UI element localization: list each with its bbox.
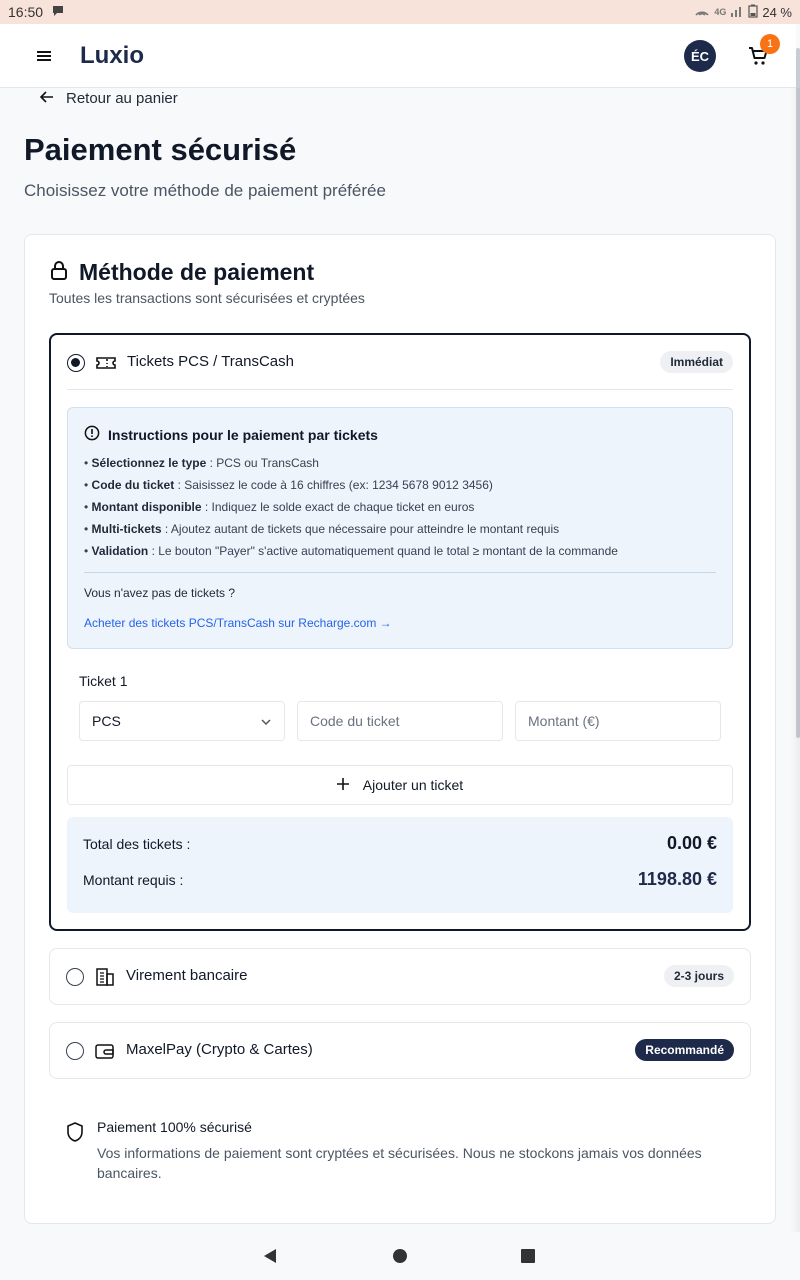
list-item: • Multi-tickets : Ajoutez autant de tick… — [84, 522, 560, 536]
shield-icon — [65, 1121, 85, 1148]
badge-delay: 2-3 jours — [663, 965, 734, 987]
radio-pcs[interactable] — [67, 354, 85, 372]
recents-icon[interactable] — [521, 1249, 535, 1268]
list-item: • Validation : Le bouton "Payer" s'activ… — [84, 544, 618, 558]
ticket-icon — [95, 352, 117, 374]
ticket-amount-input[interactable]: Montant (€) — [515, 701, 721, 741]
ticket-type-select[interactable]: PCS — [79, 701, 285, 741]
status-bar: 16:50 4G 24 % — [0, 0, 800, 24]
edge-shadow — [790, 88, 800, 1238]
card-title-text: Méthode de paiement — [79, 259, 315, 285]
divider — [67, 389, 733, 390]
back-to-cart-link[interactable]: Retour au panier — [39, 88, 178, 108]
card-title: Méthode de paiement — [49, 259, 314, 286]
back-icon[interactable] — [262, 1248, 278, 1269]
back-link-label: Retour au panier — [66, 89, 178, 107]
info-icon — [84, 425, 100, 444]
payment-option-pcs[interactable]: Tickets PCS / TransCash Immédiat Instruc… — [49, 333, 751, 931]
payment-option-maxelpay[interactable]: MaxelPay (Crypto & Cartes) Recommandé — [49, 1022, 751, 1079]
list-item: • Montant disponible : Indiquez le solde… — [84, 500, 475, 514]
status-indicators: 4G 24 % — [694, 4, 792, 21]
avatar[interactable]: ÉC — [684, 40, 716, 72]
option-label-maxelpay: MaxelPay (Crypto & Cartes) — [126, 1041, 313, 1058]
home-icon[interactable] — [393, 1249, 407, 1268]
page-subtitle: Choisissez votre méthode de paiement pré… — [24, 181, 386, 200]
ticket-code-input[interactable]: Code du ticket — [297, 701, 503, 741]
hotspot-icon — [694, 5, 710, 20]
chevron-down-icon — [260, 715, 272, 731]
add-ticket-button[interactable]: Ajouter un ticket — [67, 765, 733, 805]
total-row: Total des tickets : 0.00 € — [83, 833, 717, 854]
ticket-label: Ticket 1 — [79, 673, 128, 689]
required-value: 1198.80 € — [637, 869, 717, 889]
payment-method-card: Méthode de paiement Toutes les transacti… — [24, 234, 776, 1224]
instructions-list: • Sélectionnez le type : PCS ou TransCas… — [84, 456, 720, 566]
status-time: 16:50 — [8, 4, 44, 20]
page-title: Paiement sécurisé — [24, 132, 297, 167]
security-title: Paiement 100% sécurisé — [97, 1119, 252, 1135]
security-text: Vos informations de paiement sont crypté… — [97, 1145, 702, 1181]
instructions-divider — [84, 572, 716, 573]
cart-count-badge: 1 — [760, 34, 780, 54]
instructions-title: Instructions pour le paiement par ticket… — [84, 425, 378, 444]
arrow-left-icon — [39, 90, 54, 107]
totals-box: Total des tickets : 0.00 € Montant requi… — [67, 817, 733, 913]
wallet-icon — [94, 1040, 116, 1062]
option-label-pcs: Tickets PCS / TransCash — [127, 353, 294, 370]
required-label: Montant requis : — [83, 871, 184, 888]
lock-icon — [49, 259, 69, 286]
radio-maxelpay[interactable] — [66, 1042, 84, 1060]
required-row: Montant requis : 1198.80 € — [83, 869, 717, 890]
signal-icon — [730, 5, 744, 20]
battery-icon — [748, 4, 758, 21]
option-label-virement: Virement bancaire — [126, 967, 248, 984]
badge-recommended: Recommandé — [635, 1039, 734, 1061]
network-type: 4G — [714, 7, 727, 17]
system-nav-bar — [0, 1232, 800, 1280]
badge-immediate: Immédiat — [660, 351, 733, 373]
instructions-title-text: Instructions pour le paiement par ticket… — [108, 426, 378, 443]
app-header: Luxio ÉC 1 — [0, 24, 796, 88]
add-ticket-label: Ajouter un ticket — [362, 777, 464, 793]
buy-tickets-link[interactable]: Acheter des tickets PCS/TransCash sur Re… — [84, 616, 392, 630]
total-value: 0.00 € — [666, 833, 717, 853]
no-tickets-text: Vous n'avez pas de tickets ? — [84, 586, 236, 600]
plus-icon — [336, 777, 349, 793]
menu-icon[interactable] — [34, 46, 54, 66]
ticket-type-value: PCS — [92, 713, 121, 729]
radio-virement[interactable] — [66, 968, 84, 986]
total-label: Total des tickets : — [83, 835, 191, 852]
list-item: • Sélectionnez le type : PCS ou TransCas… — [84, 456, 319, 470]
brand-logo[interactable]: Luxio — [80, 42, 144, 70]
list-item: • Code du ticket : Saisissez le code à 1… — [84, 478, 493, 492]
instructions-box: Instructions pour le paiement par ticket… — [67, 407, 733, 649]
payment-option-virement[interactable]: Virement bancaire 2-3 jours — [49, 948, 751, 1005]
card-subtitle: Toutes les transactions sont sécurisées … — [49, 290, 365, 306]
chat-notification-icon — [51, 4, 65, 21]
battery-percent: 24 % — [762, 4, 792, 20]
bank-icon — [94, 966, 116, 988]
